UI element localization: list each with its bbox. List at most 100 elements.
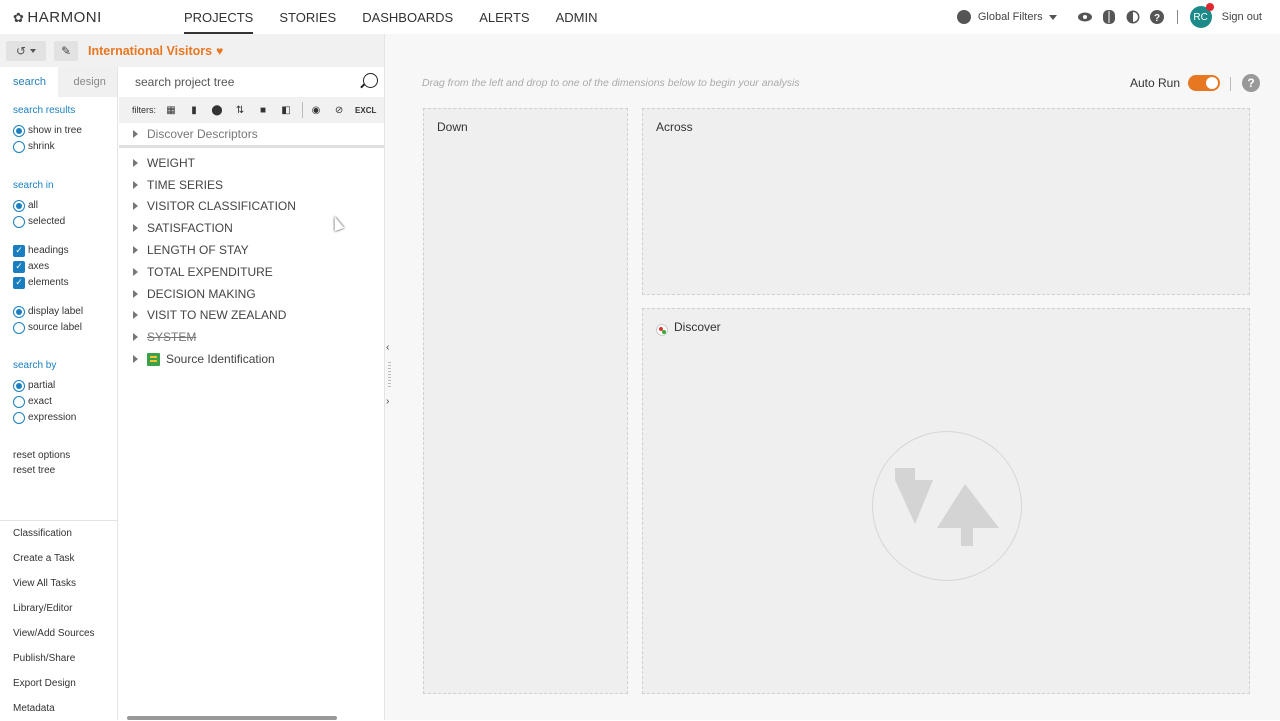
across-drop-zone[interactable]: Across — [642, 108, 1250, 295]
folder-filter-icon[interactable]: ■ — [256, 104, 270, 116]
expand-arrow-icon[interactable] — [133, 180, 138, 189]
radio-off[interactable] — [13, 411, 25, 424]
checkbox-checked[interactable]: ✓ — [13, 276, 25, 289]
discover-descriptors-node[interactable]: Discover Descriptors — [119, 123, 384, 148]
history-button[interactable]: ↺ — [6, 40, 46, 61]
ruler-filter-icon[interactable]: ▮ — [187, 104, 201, 116]
option-display-label[interactable]: display label — [0, 304, 117, 319]
chevron-down-icon[interactable] — [1048, 14, 1057, 20]
contrast-icon[interactable] — [1125, 9, 1141, 25]
tab-search[interactable]: search — [0, 67, 59, 97]
tree-search-input[interactable] — [135, 75, 365, 89]
filters-label: filters: — [132, 105, 157, 115]
tree-node[interactable]: TIME SERIES — [119, 174, 384, 196]
checkbox-checked[interactable]: ✓ — [13, 260, 25, 273]
help-button[interactable]: ? — [1242, 74, 1260, 92]
menu-publish-share[interactable]: Publish/Share — [0, 646, 117, 671]
brain-icon[interactable] — [1101, 9, 1117, 25]
check-elements[interactable]: ✓ elements — [0, 275, 117, 290]
option-exact[interactable]: exact — [0, 394, 117, 409]
expand-arrow-icon[interactable] — [133, 246, 138, 255]
radio-on[interactable] — [13, 199, 25, 212]
rail-menu: Classification Create a Task View All Ta… — [0, 520, 117, 721]
nav-alerts[interactable]: ALERTS — [479, 0, 529, 34]
tree-node[interactable]: VISITOR CLASSIFICATION — [119, 196, 384, 218]
tag-filter-icon[interactable]: ◧ — [279, 104, 293, 116]
tree-node[interactable]: TOTAL EXPENDITURE — [119, 261, 384, 283]
tree-node[interactable]: Source Identification — [119, 348, 384, 370]
expand-right-icon[interactable]: › — [386, 396, 389, 407]
tree-search-row — [119, 67, 384, 97]
eye-icon[interactable] — [1077, 9, 1093, 25]
option-partial[interactable]: partial — [0, 378, 117, 393]
tab-design[interactable]: design — [58, 67, 117, 97]
user-avatar[interactable]: RC — [1189, 3, 1214, 28]
help-circle-icon[interactable]: ? — [1149, 9, 1165, 25]
radio-on[interactable] — [13, 379, 25, 392]
reset-options-link[interactable]: reset options — [0, 450, 117, 465]
exclude-filter-button[interactable]: EXCL — [355, 106, 376, 115]
option-show-in-tree[interactable]: show in tree — [0, 123, 117, 138]
grid-filter-icon[interactable]: ▦ — [164, 104, 178, 116]
nav-admin[interactable]: ADMIN — [556, 0, 598, 34]
discover-drop-zone[interactable]: Discover — [642, 308, 1250, 694]
checkbox-checked[interactable]: ✓ — [13, 244, 25, 257]
tree-node[interactable]: LENGTH OF STAY — [119, 239, 384, 261]
option-selected[interactable]: selected — [0, 214, 117, 229]
reset-tree-link[interactable]: reset tree — [0, 465, 117, 480]
expand-arrow-icon[interactable] — [133, 130, 138, 138]
radio-off[interactable] — [13, 321, 25, 334]
globe-icon[interactable] — [956, 9, 972, 25]
down-drop-zone[interactable]: Down — [423, 108, 628, 694]
horizontal-scrollbar[interactable] — [127, 716, 337, 720]
edit-button[interactable]: ✎ — [54, 40, 78, 61]
tree-node[interactable]: WEIGHT — [119, 152, 384, 174]
menu-view-all-tasks[interactable]: View All Tasks — [0, 571, 117, 596]
tree-node[interactable]: SATISFACTION — [119, 217, 384, 239]
expand-arrow-icon[interactable] — [133, 311, 138, 320]
radio-on[interactable] — [13, 124, 25, 137]
panel-splitter[interactable]: ‹ › — [384, 34, 394, 720]
drag-handle[interactable] — [388, 362, 391, 388]
pin-filter-icon[interactable]: ⬤ — [210, 104, 224, 116]
radio-off[interactable] — [13, 215, 25, 228]
option-all[interactable]: all — [0, 198, 117, 213]
option-expression[interactable]: expression — [0, 410, 117, 425]
expand-arrow-icon[interactable] — [133, 202, 138, 211]
eye-filter-icon[interactable]: ◉ — [309, 104, 323, 116]
auto-run-toggle[interactable] — [1188, 75, 1220, 91]
tree-node[interactable]: DECISION MAKING — [119, 283, 384, 305]
search-icon[interactable] — [363, 73, 378, 88]
menu-create-task[interactable]: Create a Task — [0, 546, 117, 571]
menu-metadata[interactable]: Metadata — [0, 696, 117, 721]
expand-arrow-icon[interactable] — [133, 333, 138, 342]
expand-arrow-icon[interactable] — [133, 355, 138, 364]
nav-projects[interactable]: PROJECTS — [184, 0, 254, 34]
menu-view-add-sources[interactable]: View/Add Sources — [0, 621, 117, 646]
menu-library-editor[interactable]: Library/Editor — [0, 596, 117, 621]
option-shrink[interactable]: shrink — [0, 139, 117, 154]
sort-filter-icon[interactable]: ⇅ — [233, 104, 247, 116]
eye-off-filter-icon[interactable]: ⊘ — [332, 104, 346, 116]
nav-stories[interactable]: STORIES — [279, 0, 336, 34]
heart-icon[interactable]: ♥ — [216, 44, 223, 58]
global-filters-button[interactable]: Global Filters — [978, 11, 1043, 23]
sign-out-link[interactable]: Sign out — [1222, 11, 1262, 23]
expand-arrow-icon[interactable] — [133, 158, 138, 167]
radio-on[interactable] — [13, 305, 25, 318]
tree-node[interactable]: VISIT TO NEW ZEALAND — [119, 305, 384, 327]
harmoni-logo[interactable]: ✿ HARMONI — [13, 9, 102, 26]
check-headings[interactable]: ✓ headings — [0, 243, 117, 258]
menu-export-design[interactable]: Export Design — [0, 671, 117, 696]
menu-classification[interactable]: Classification — [0, 521, 117, 546]
check-axes[interactable]: ✓ axes — [0, 259, 117, 274]
radio-off[interactable] — [13, 395, 25, 408]
expand-arrow-icon[interactable] — [133, 224, 138, 233]
radio-off[interactable] — [13, 140, 25, 153]
tree-node[interactable]: SYSTEM — [119, 326, 384, 348]
collapse-left-icon[interactable]: ‹ — [386, 342, 389, 353]
expand-arrow-icon[interactable] — [133, 267, 138, 276]
nav-dashboards[interactable]: DASHBOARDS — [362, 0, 453, 34]
expand-arrow-icon[interactable] — [133, 289, 138, 298]
option-source-label[interactable]: source label — [0, 320, 117, 335]
